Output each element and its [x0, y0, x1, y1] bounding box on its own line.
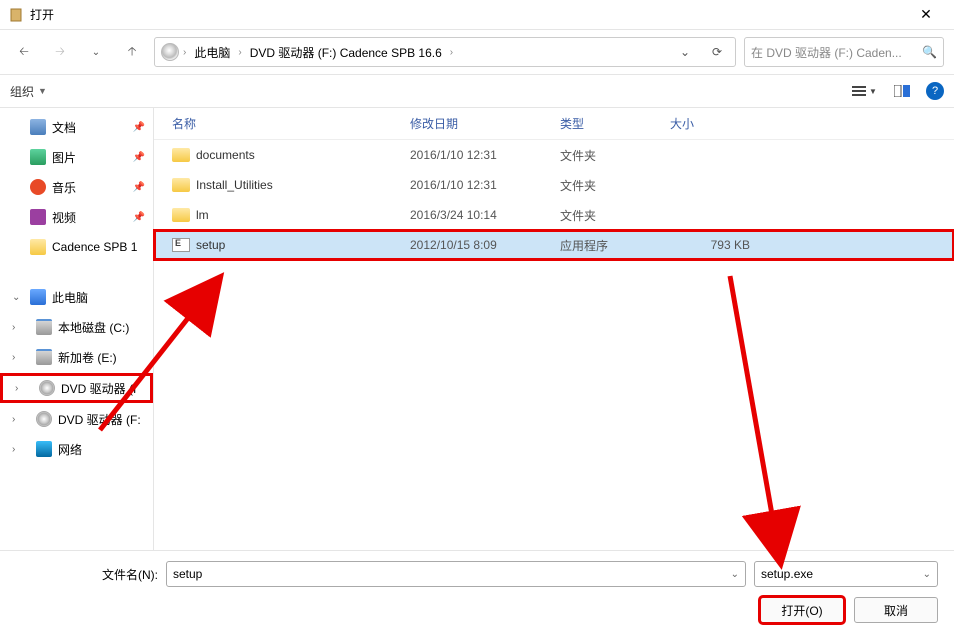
sidebar-drive-item[interactable]: ›网络 — [0, 434, 153, 464]
sidebar-quick-item[interactable]: Cadence SPB 1 — [0, 232, 153, 262]
chevron-right-icon: › — [12, 414, 15, 425]
pin-icon: 📌 — [133, 182, 145, 193]
breadcrumb-drive[interactable]: DVD 驱动器 (F:) Cadence SPB 16.6 — [246, 42, 446, 63]
organize-button[interactable]: 组织 ▼ — [10, 83, 47, 100]
breadcrumb-thispc[interactable]: 此电脑 — [190, 42, 234, 63]
file-row[interactable]: documents2016/1/10 12:31文件夹 — [154, 140, 954, 170]
window-title: 打开 — [30, 6, 906, 23]
toolbar: 组织 ▼ ▼ ? — [0, 74, 954, 108]
search-icon: 🔍 — [922, 45, 937, 59]
nav-bar: 🡠 🡢 ⌄ 🡡 › 此电脑 › DVD 驱动器 (F:) Cadence SPB… — [0, 30, 954, 74]
file-name: setup — [196, 238, 410, 252]
pc-icon — [30, 289, 46, 305]
file-row[interactable]: lm2016/3/24 10:14文件夹 — [154, 200, 954, 230]
folder-icon — [172, 148, 190, 162]
file-type: 应用程序 — [560, 237, 670, 254]
chevron-right-icon[interactable]: › — [183, 47, 186, 58]
help-button[interactable]: ? — [926, 82, 944, 100]
file-row[interactable]: setup2012/10/15 8:09应用程序793 KB — [154, 230, 954, 260]
file-type: 文件夹 — [560, 177, 670, 194]
file-name: Install_Utilities — [196, 178, 410, 192]
item-icon — [30, 209, 46, 225]
folder-icon — [172, 208, 190, 222]
file-date: 2012/10/15 8:09 — [410, 238, 560, 252]
file-date: 2016/3/24 10:14 — [410, 208, 560, 222]
search-input[interactable]: 在 DVD 驱动器 (F:) Caden... 🔍 — [744, 37, 944, 67]
column-type[interactable]: 类型 — [560, 115, 670, 132]
filter-dropdown[interactable]: setup.exe ⌄ — [754, 561, 938, 587]
close-button[interactable]: ✕ — [906, 6, 946, 23]
footer: 文件名(N): setup ⌄ setup.exe ⌄ 打开(O) 取消 — [0, 550, 954, 633]
pin-icon: 📌 — [133, 152, 145, 163]
cancel-button[interactable]: 取消 — [854, 597, 938, 623]
app-icon — [8, 7, 24, 23]
recent-dropdown[interactable]: ⌄ — [82, 38, 110, 66]
chevron-right-icon: › — [12, 352, 15, 363]
preview-pane-button[interactable] — [888, 80, 916, 102]
sidebar-drive-item[interactable]: ›本地磁盘 (C:) — [0, 312, 153, 342]
chevron-right-icon: › — [15, 383, 18, 394]
drive-icon — [36, 441, 52, 457]
item-icon — [30, 119, 46, 135]
chevron-right-icon: › — [12, 444, 15, 455]
file-list: documents2016/1/10 12:31文件夹Install_Utili… — [154, 140, 954, 260]
search-placeholder: 在 DVD 驱动器 (F:) Caden... — [751, 44, 902, 61]
pin-icon: 📌 — [133, 212, 145, 223]
column-headers: 名称 修改日期 类型 大小 — [154, 108, 954, 140]
chevron-down-icon: ▼ — [38, 86, 47, 96]
open-button[interactable]: 打开(O) — [760, 597, 844, 623]
sidebar-drive-item[interactable]: ›DVD 驱动器 (I — [0, 373, 153, 403]
file-type: 文件夹 — [560, 207, 670, 224]
filename-label: 文件名(N): — [102, 566, 158, 583]
sidebar-quick-item[interactable]: 图片📌 — [0, 142, 153, 172]
sidebar-thispc[interactable]: ⌄ 此电脑 — [0, 282, 153, 312]
folder-icon — [172, 178, 190, 192]
file-name: documents — [196, 148, 410, 162]
sidebar-drive-item[interactable]: ›DVD 驱动器 (F: — [0, 404, 153, 434]
forward-button[interactable]: 🡢 — [46, 38, 74, 66]
column-name[interactable]: 名称 — [172, 115, 410, 132]
chevron-right-icon[interactable]: › — [238, 47, 241, 58]
exe-icon — [172, 238, 190, 252]
column-size[interactable]: 大小 — [670, 115, 750, 132]
file-pane: 名称 修改日期 类型 大小 documents2016/1/10 12:31文件… — [154, 108, 954, 550]
file-row[interactable]: Install_Utilities2016/1/10 12:31文件夹 — [154, 170, 954, 200]
chevron-right-icon[interactable]: › — [450, 47, 453, 58]
address-bar[interactable]: › 此电脑 › DVD 驱动器 (F:) Cadence SPB 16.6 › … — [154, 37, 736, 67]
item-icon — [30, 239, 46, 255]
drive-icon — [36, 319, 52, 335]
disc-icon — [161, 43, 179, 61]
view-list-button[interactable]: ▼ — [850, 80, 878, 102]
item-icon — [30, 179, 46, 195]
chevron-right-icon: › — [12, 322, 15, 333]
file-date: 2016/1/10 12:31 — [410, 178, 560, 192]
item-icon — [30, 149, 46, 165]
drive-icon — [39, 380, 55, 396]
file-type: 文件夹 — [560, 147, 670, 164]
chevron-down-icon[interactable]: ⌄ — [731, 569, 739, 580]
sidebar-drive-item[interactable]: ›新加卷 (E:) — [0, 342, 153, 372]
refresh-button[interactable]: ⟳ — [705, 45, 729, 59]
title-bar: 打开 ✕ — [0, 0, 954, 30]
column-date[interactable]: 修改日期 — [410, 115, 560, 132]
address-dropdown[interactable]: ⌄ — [673, 45, 697, 59]
sidebar-quick-item[interactable]: 视频📌 — [0, 202, 153, 232]
chevron-down-icon: ⌄ — [12, 292, 20, 303]
file-size: 793 KB — [670, 238, 750, 252]
file-date: 2016/1/10 12:31 — [410, 148, 560, 162]
sidebar: 文档📌图片📌音乐📌视频📌Cadence SPB 1 ⌄ 此电脑 ›本地磁盘 (C… — [0, 108, 154, 550]
pin-icon: 📌 — [133, 122, 145, 133]
sidebar-quick-item[interactable]: 音乐📌 — [0, 172, 153, 202]
chevron-down-icon[interactable]: ⌄ — [923, 569, 931, 580]
file-name: lm — [196, 208, 410, 222]
sidebar-quick-item[interactable]: 文档📌 — [0, 112, 153, 142]
back-button[interactable]: 🡠 — [10, 38, 38, 66]
drive-icon — [36, 411, 52, 427]
filename-input[interactable]: setup ⌄ — [166, 561, 746, 587]
drive-icon — [36, 349, 52, 365]
up-button[interactable]: 🡡 — [118, 38, 146, 66]
